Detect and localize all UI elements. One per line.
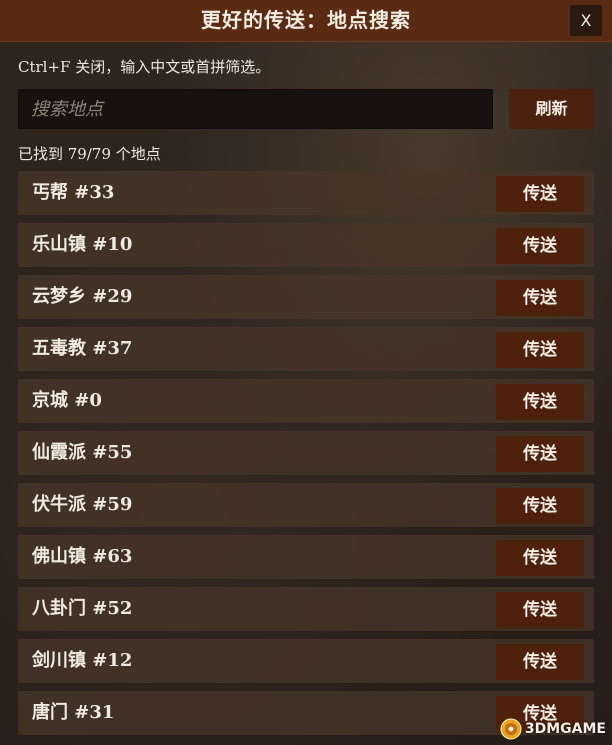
window-title: 更好的传送：地点搜索 [201,8,411,32]
shortcut-hint: Ctrl+F 关闭，输入中文或首拼筛选。 [18,58,271,76]
location-row: 佛山镇 #63 传送 [18,535,594,579]
location-name: 唐门 #31 [32,702,115,723]
teleport-search-window: 更好的传送：地点搜索 X Ctrl+F 关闭，输入中文或首拼筛选。 刷新 已找到… [0,0,612,745]
teleport-button[interactable]: 传送 [496,384,584,420]
location-row: 五毒教 #37 传送 [18,327,594,371]
location-row: 伏牛派 #59 传送 [18,483,594,527]
location-row: 京城 #0 传送 [18,379,594,423]
teleport-button[interactable]: 传送 [496,332,584,368]
location-name: 乐山镇 #10 [32,234,133,255]
location-name: 伏牛派 #59 [32,494,133,515]
location-name: 云梦乡 #29 [32,286,133,307]
location-row: 丐帮 #33 传送 [18,171,594,215]
refresh-button[interactable]: 刷新 [509,89,594,129]
location-row: 乐山镇 #10 传送 [18,223,594,267]
location-name: 仙霞派 #55 [32,442,133,463]
location-row: 剑川镇 #12 传送 [18,639,594,683]
close-button[interactable]: X [570,5,602,36]
teleport-button[interactable]: 传送 [496,280,584,316]
result-count: 已找到 79/79 个地点 [18,145,161,163]
teleport-button[interactable]: 传送 [496,436,584,472]
location-name: 五毒教 #37 [32,338,133,359]
search-row: 刷新 [18,89,594,129]
teleport-button[interactable]: 传送 [496,592,584,628]
location-row: 八卦门 #52 传送 [18,587,594,631]
location-name: 京城 #0 [32,390,102,411]
location-name: 佛山镇 #63 [32,546,133,567]
teleport-button[interactable]: 传送 [496,488,584,524]
location-name: 八卦门 #52 [32,598,133,619]
location-row: 仙霞派 #55 传送 [18,431,594,475]
teleport-button[interactable]: 传送 [496,228,584,264]
location-list: 丐帮 #33 传送 乐山镇 #10 传送 云梦乡 #29 传送 五毒教 #37 … [18,171,594,743]
teleport-button[interactable]: 传送 [496,644,584,680]
search-input[interactable] [18,89,493,129]
watermark-logo-icon [500,718,522,740]
watermark-text: 3DMGAME [524,721,606,737]
location-row: 云梦乡 #29 传送 [18,275,594,319]
location-name: 剑川镇 #12 [32,650,133,671]
teleport-button[interactable]: 传送 [496,176,584,212]
watermark: 3DMGAME [500,717,606,741]
location-name: 丐帮 #33 [32,182,115,203]
teleport-button[interactable]: 传送 [496,540,584,576]
title-bar: 更好的传送：地点搜索 X [0,0,612,42]
